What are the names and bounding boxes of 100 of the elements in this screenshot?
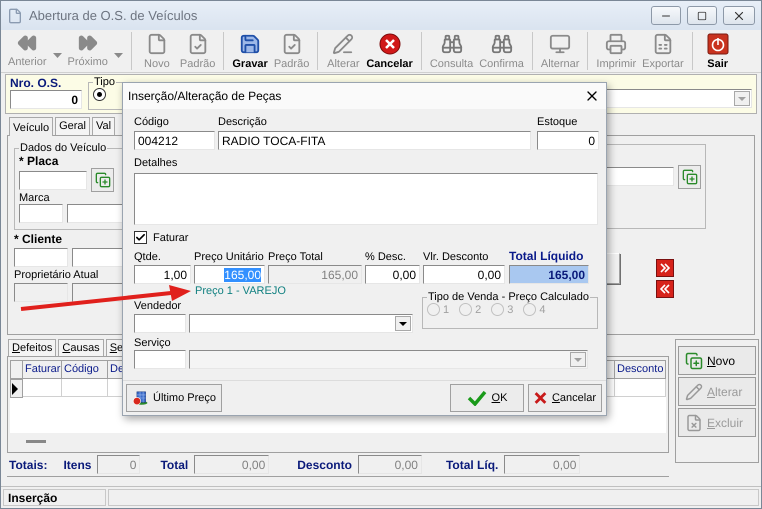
tab[interactable]: Veículo bbox=[9, 117, 54, 136]
maximize-icon bbox=[697, 10, 707, 20]
fast-forward-icon bbox=[78, 33, 98, 53]
field-label: Serviço bbox=[134, 337, 172, 349]
dialog-title: Inserção/Alteração de Peças bbox=[128, 89, 282, 103]
total-field: 165,00 bbox=[509, 265, 589, 284]
dialog-button[interactable]: OK bbox=[450, 384, 524, 412]
field-label: Desconto bbox=[297, 458, 352, 472]
binoculars-icon bbox=[490, 33, 513, 55]
copy-plus-icon bbox=[685, 352, 703, 370]
column-header[interactable]: Código bbox=[62, 360, 108, 379]
monitor-icon bbox=[549, 33, 572, 55]
power-icon bbox=[706, 33, 729, 55]
number-field[interactable]: 0,00 bbox=[365, 265, 420, 284]
minimize-button[interactable] bbox=[651, 6, 681, 25]
field-label: Total Líquido bbox=[509, 249, 584, 263]
service-code-field[interactable] bbox=[134, 350, 186, 369]
pencil-icon bbox=[685, 382, 703, 400]
tab[interactable]: Geral bbox=[55, 117, 90, 135]
side-button[interactable]: Novo bbox=[678, 346, 756, 375]
group-title: Tipo bbox=[93, 76, 116, 88]
field-label: Itens bbox=[63, 458, 92, 472]
checkbox-label: Faturar bbox=[153, 232, 188, 244]
field-label: Total Líq. bbox=[446, 458, 498, 472]
table-cell bbox=[23, 379, 62, 397]
tab[interactable]: Val bbox=[92, 117, 116, 135]
caret-icon[interactable] bbox=[399, 322, 407, 326]
field-label: Detalhes bbox=[134, 157, 178, 169]
tab[interactable]: Causas bbox=[58, 339, 104, 356]
number-field: 165,00 bbox=[268, 265, 362, 284]
owner-code-field bbox=[14, 283, 68, 302]
chevrons-left-icon bbox=[660, 284, 670, 294]
check-icon bbox=[466, 390, 487, 406]
pencil-icon bbox=[332, 33, 354, 55]
group-title: Dados do Veículo bbox=[19, 142, 108, 154]
cancel-icon bbox=[378, 33, 401, 55]
plate-field[interactable] bbox=[19, 170, 87, 190]
dialog-button[interactable]: Cancelar bbox=[528, 384, 602, 412]
items-total-field: 0 bbox=[97, 455, 140, 474]
checkbox[interactable] bbox=[134, 231, 147, 244]
add-button[interactable] bbox=[91, 168, 114, 192]
close-button[interactable] bbox=[723, 6, 755, 25]
chevrons-right-icon bbox=[660, 263, 670, 273]
field-label: Código bbox=[134, 116, 170, 128]
cancel-icon bbox=[534, 390, 547, 406]
column-header[interactable]: Faturar bbox=[23, 360, 62, 379]
row-pointer-icon bbox=[11, 382, 18, 394]
field-label: Estoque bbox=[537, 116, 578, 128]
field-label: Vendedor bbox=[134, 300, 182, 312]
field-label: % Desc. bbox=[365, 251, 407, 263]
field-label: Nro. O.S. bbox=[10, 76, 62, 90]
number-field[interactable]: 1,00 bbox=[134, 265, 191, 284]
printer-icon bbox=[605, 33, 628, 55]
price-tier-text: Preço 1 - VAREJO bbox=[194, 285, 287, 298]
binoculars-icon bbox=[440, 33, 463, 55]
back-button[interactable] bbox=[656, 280, 674, 298]
os-number-field[interactable]: 0 bbox=[10, 90, 82, 109]
tab[interactable]: Defeitos bbox=[8, 339, 56, 356]
field-label: Marca bbox=[19, 192, 50, 204]
toolbar-button[interactable]: Sair bbox=[692, 32, 738, 70]
total-field: 0,00 bbox=[194, 455, 270, 474]
check-icon bbox=[135, 232, 146, 243]
code-field[interactable]: 004212 bbox=[134, 131, 215, 150]
field-label: Qtde. bbox=[134, 251, 162, 263]
scroll-thumb-icon[interactable] bbox=[26, 440, 46, 443]
field-label: Preço Total bbox=[268, 251, 324, 263]
seller-code-field[interactable] bbox=[134, 314, 186, 333]
column-header[interactable]: Desconto bbox=[615, 360, 666, 379]
net-total-field: 0,00 bbox=[504, 455, 580, 474]
add-button[interactable] bbox=[678, 164, 701, 188]
header-corner bbox=[10, 360, 23, 379]
radio-button[interactable] bbox=[93, 88, 106, 101]
rewind-icon bbox=[17, 33, 38, 53]
window-title: Abertura de O.S. de Veículos bbox=[29, 8, 198, 23]
discount-total-field: 0,00 bbox=[358, 455, 422, 474]
field-label: * Cliente bbox=[14, 232, 64, 246]
field-label: * Placa bbox=[19, 154, 58, 168]
number-field[interactable]: 0,00 bbox=[423, 265, 505, 284]
field-label: Proprietário Atual bbox=[14, 269, 100, 281]
maximize-button[interactable] bbox=[687, 6, 717, 25]
toolbar-button[interactable]: Cancelar bbox=[363, 32, 416, 70]
copy-plus-icon bbox=[682, 168, 698, 184]
status-text: Inserção bbox=[3, 489, 106, 506]
stock-field: 0 bbox=[537, 131, 599, 150]
copy-plus-icon bbox=[94, 172, 110, 188]
brand-code-field[interactable] bbox=[19, 204, 63, 223]
description-field[interactable]: RADIO TOCA-FITA bbox=[218, 131, 531, 150]
toolbar-button[interactable]: Gravar bbox=[223, 32, 271, 70]
totals-label: Totais: bbox=[9, 458, 48, 472]
client-code-field[interactable] bbox=[14, 248, 68, 267]
row-indicator[interactable] bbox=[10, 379, 23, 398]
dialog-button[interactable]: Último Preço bbox=[126, 384, 222, 412]
group-title: Tipo de Venda - Preço Calculado bbox=[427, 291, 590, 303]
field-label: Total bbox=[160, 458, 188, 472]
forward-button[interactable] bbox=[656, 259, 674, 277]
delete-document-icon bbox=[685, 414, 703, 432]
field-label: Descrição bbox=[218, 116, 268, 128]
field-label: Preço Unitário bbox=[194, 251, 265, 263]
field-label: Vlr. Desconto bbox=[423, 251, 490, 263]
details-field[interactable] bbox=[134, 173, 598, 225]
